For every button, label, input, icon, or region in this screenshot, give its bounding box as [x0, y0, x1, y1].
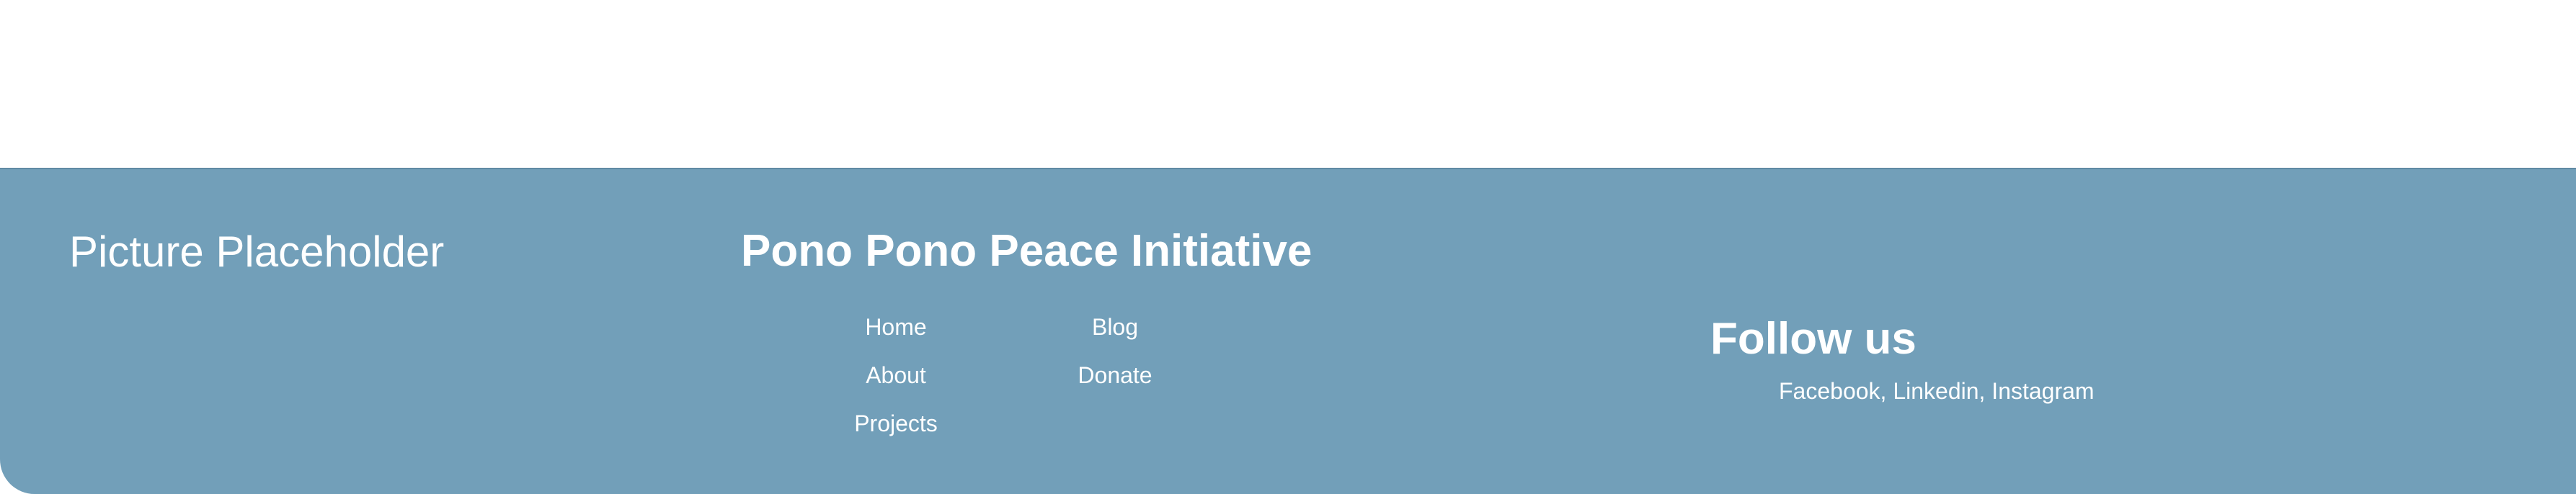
page: Picture Placeholder Pono Pono Peace Init…: [0, 0, 2576, 494]
social-separator: ,: [1880, 378, 1893, 404]
footer-nav-about[interactable]: About: [788, 362, 1004, 389]
footer-nav-blog[interactable]: Blog: [1007, 314, 1223, 341]
footer-nav-home[interactable]: Home: [788, 314, 1004, 341]
instagram-link[interactable]: Instagram: [1991, 378, 2094, 404]
organization-title: Pono Pono Peace Initiative: [741, 226, 1313, 276]
picture-placeholder: Picture Placeholder: [69, 228, 445, 276]
site-footer: Picture Placeholder Pono Pono Peace Init…: [0, 168, 2576, 494]
linkedin-link[interactable]: Linkedin: [1893, 378, 1978, 404]
footer-nav-donate[interactable]: Donate: [1007, 362, 1223, 389]
footer-nav-projects[interactable]: Projects: [788, 410, 1004, 437]
social-links: Facebook, Linkedin, Instagram: [1779, 378, 2095, 405]
follow-us-heading: Follow us: [1710, 314, 1917, 364]
social-separator: ,: [1978, 378, 1992, 404]
facebook-link[interactable]: Facebook: [1779, 378, 1880, 404]
